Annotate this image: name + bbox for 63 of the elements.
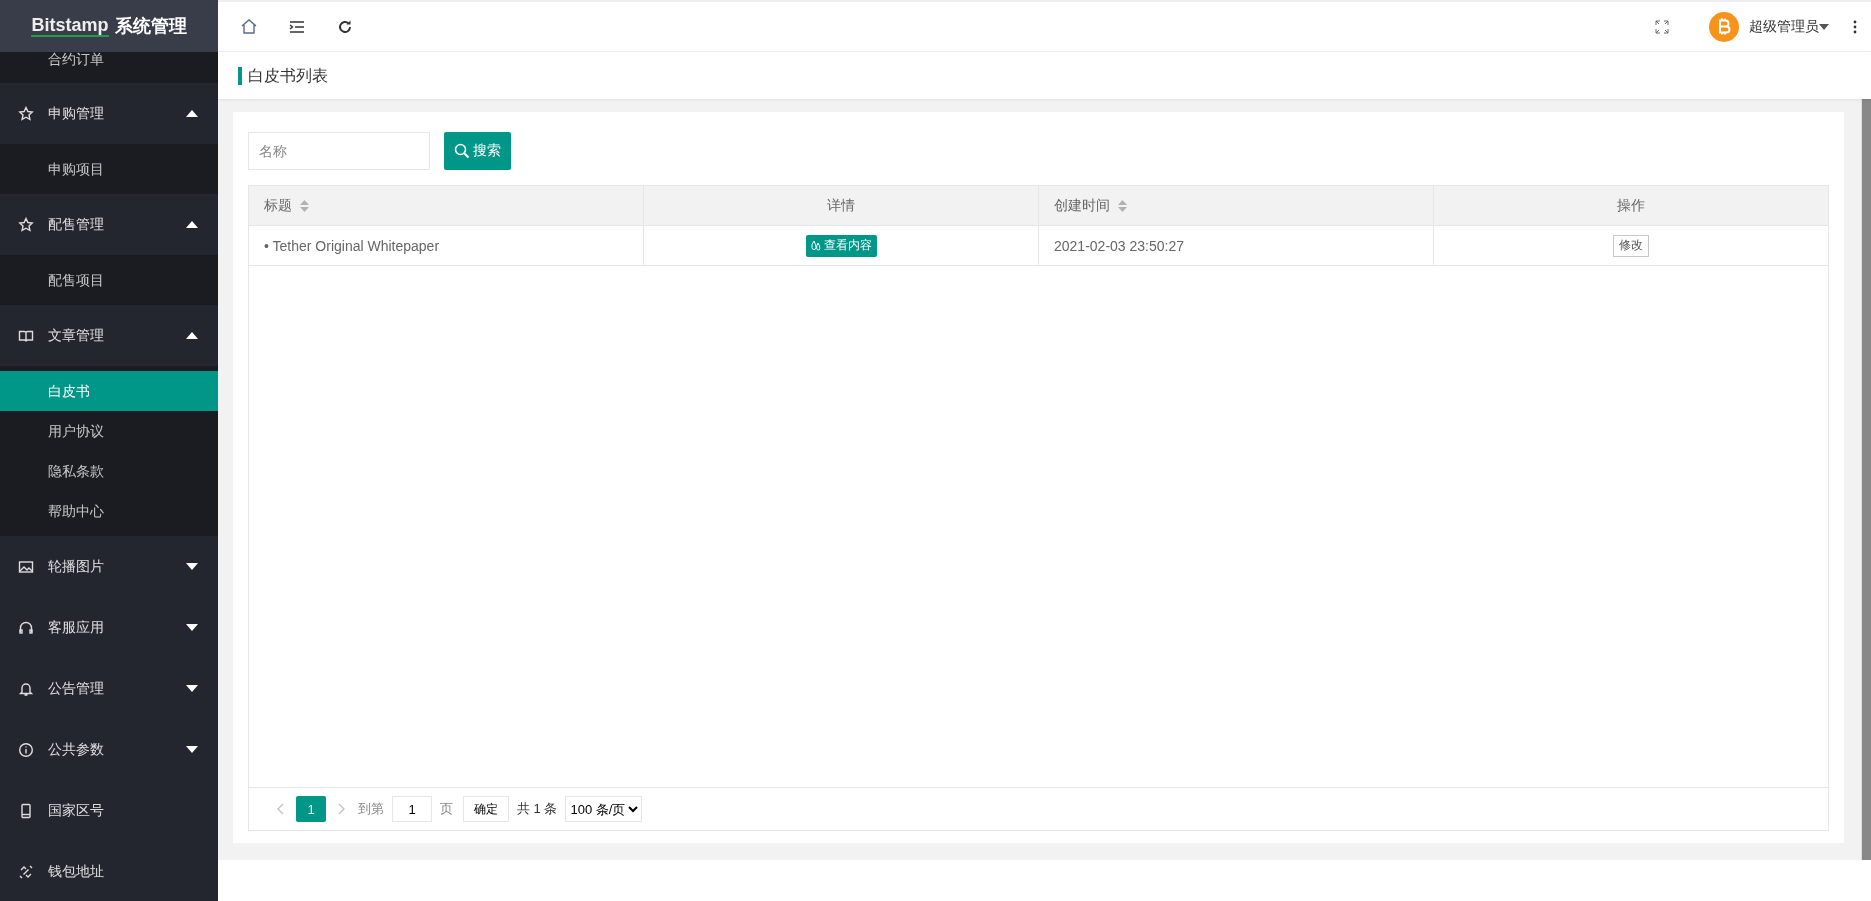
- page-unit-label: 页: [440, 800, 453, 818]
- column-header[interactable]: 创建时间: [1039, 186, 1434, 225]
- phone-icon: [18, 802, 34, 819]
- fullscreen-icon: [1655, 19, 1669, 34]
- sidebar-item[interactable]: 公共参数: [0, 719, 218, 780]
- page-input[interactable]: 1: [392, 796, 432, 822]
- more-vertical-icon: [1853, 19, 1857, 34]
- chevron-right-icon: [338, 803, 346, 815]
- page-size-select[interactable]: 100 条/页: [565, 796, 643, 822]
- page-button[interactable]: 1: [296, 796, 326, 822]
- column-header[interactable]: 标题: [249, 186, 644, 225]
- star-icon: [18, 216, 34, 233]
- fullscreen-button[interactable]: [1655, 19, 1669, 34]
- bitcoin-avatar-icon: [1709, 11, 1739, 42]
- info-icon: [18, 741, 34, 758]
- sidebar-item[interactable]: 申购管理: [0, 83, 218, 144]
- search-icon: [454, 143, 470, 159]
- scrollbar[interactable]: [1861, 99, 1871, 860]
- home-button[interactable]: [240, 17, 258, 36]
- menu-label: 公告管理: [48, 679, 105, 698]
- menu-label: 配售管理: [48, 215, 105, 234]
- brand-title: 系统管理: [114, 15, 187, 38]
- star-icon: [18, 105, 34, 122]
- menu-label: 国家区号: [48, 801, 105, 820]
- menu-label: 申购管理: [48, 104, 105, 123]
- sidebar-item[interactable]: 钱包地址: [0, 841, 218, 901]
- search-button[interactable]: 搜索: [444, 132, 511, 170]
- menu-label: 文章管理: [48, 326, 105, 345]
- sidebar-item[interactable]: 合约订单: [0, 52, 218, 83]
- user-menu[interactable]: 超级管理员: [1749, 17, 1829, 36]
- sidebar-item[interactable]: 国家区号: [0, 780, 218, 841]
- sidebar-item[interactable]: 白皮书: [0, 371, 218, 411]
- headset-icon: [18, 619, 34, 636]
- table-cell: • Tether Original Whitepaper: [249, 226, 644, 265]
- goto-label: 到第: [358, 800, 384, 818]
- droplets-icon: [810, 240, 821, 251]
- image-icon: [18, 558, 34, 575]
- menu-label: 客服应用: [48, 618, 105, 637]
- total-count: 共 1 条: [517, 800, 558, 818]
- sidebar-item[interactable]: 公告管理: [0, 658, 218, 719]
- table-cell: 2021-02-03 23:50:27: [1039, 226, 1434, 265]
- view-content-button[interactable]: 查看内容: [805, 234, 877, 257]
- search-field[interactable]: 名称: [248, 132, 430, 170]
- menu-label: 轮播图片: [48, 557, 105, 576]
- menu-label: 公共参数: [48, 740, 105, 759]
- column-header[interactable]: 详情: [644, 186, 1039, 225]
- sidebar-item[interactable]: 配售管理: [0, 194, 218, 255]
- page-title: 白皮书列表: [238, 66, 328, 85]
- sidebar-item[interactable]: 文章管理: [0, 305, 218, 366]
- column-header[interactable]: 操作: [1434, 186, 1828, 225]
- caret-down-icon: [1819, 23, 1829, 30]
- confirm-button[interactable]: 确定: [463, 796, 509, 822]
- more-button[interactable]: [1853, 19, 1857, 34]
- sort-icon: [1118, 199, 1127, 212]
- sort-icon: [300, 199, 309, 212]
- sidebar-item[interactable]: 客服应用: [0, 597, 218, 658]
- menu-label: 钱包地址: [48, 862, 105, 881]
- home-icon: [240, 17, 258, 36]
- chevron-left-icon: [276, 803, 284, 815]
- bell-icon: [18, 680, 34, 697]
- edit-button[interactable]: 修改: [1613, 234, 1649, 257]
- brand-name: Bitstamp: [31, 15, 109, 37]
- sidebar-item[interactable]: 轮播图片: [0, 536, 218, 597]
